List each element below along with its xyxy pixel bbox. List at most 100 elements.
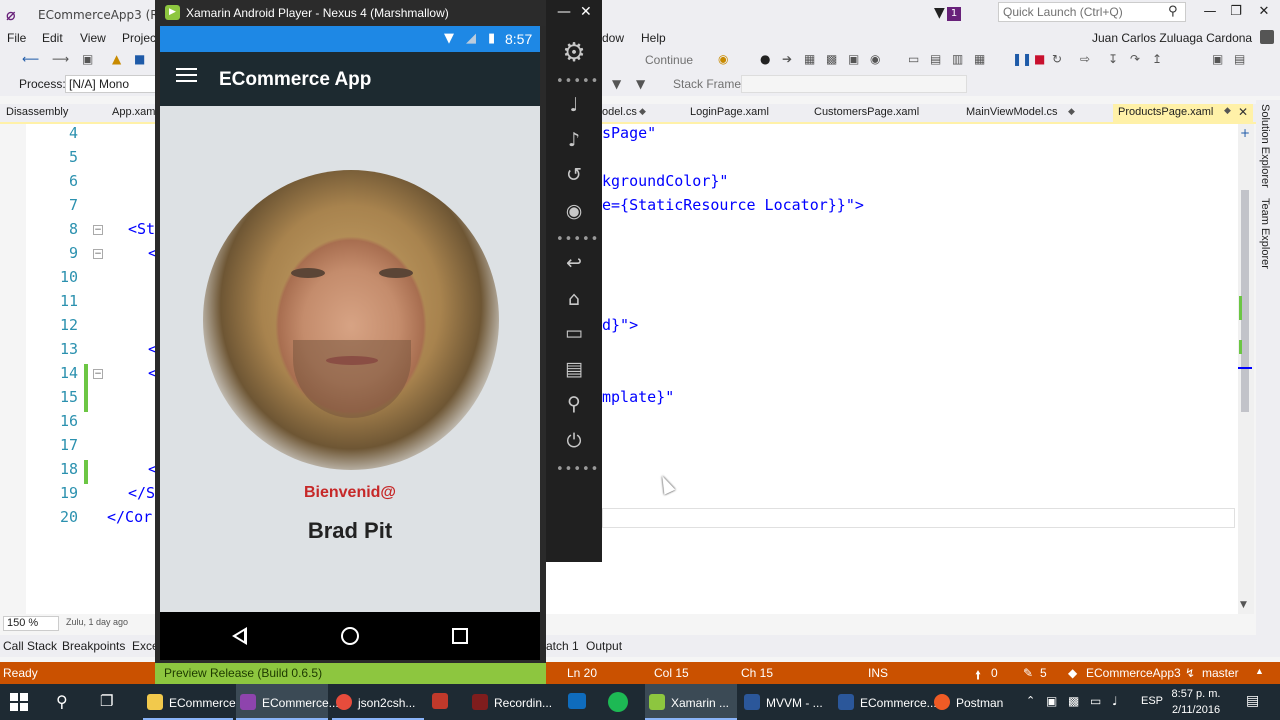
- windows-start-icon[interactable]: [10, 693, 28, 711]
- open-folder-icon[interactable]: ▲: [112, 52, 121, 66]
- outlook-icon[interactable]: [568, 693, 586, 709]
- menu-project[interactable]: Projec: [122, 31, 156, 45]
- taskbar-explorer[interactable]: ECommerce...: [143, 684, 246, 720]
- tray-chevron-icon[interactable]: ⌃: [1026, 694, 1035, 707]
- nav-recents-icon[interactable]: [452, 628, 468, 644]
- search-icon[interactable]: ⚲: [56, 692, 68, 711]
- task-view-icon[interactable]: ❐: [100, 692, 113, 710]
- tray-icon[interactable]: ▩: [1068, 694, 1079, 708]
- notification-badge[interactable]: 1: [947, 7, 961, 21]
- taskbar-word-ecommerce[interactable]: ECommerce...: [834, 684, 937, 720]
- tab-breakpoints[interactable]: Breakpoints: [62, 639, 125, 653]
- taskbar-clock[interactable]: 8:57 p. m. 2/11/2016: [1164, 686, 1228, 718]
- nav-home-icon[interactable]: [341, 627, 359, 645]
- copy-icon[interactable]: ▤: [1234, 52, 1245, 66]
- input-language[interactable]: ESP: [1141, 695, 1163, 707]
- hamburger-menu-icon[interactable]: [176, 68, 197, 88]
- breakpoint-icon[interactable]: ●: [760, 52, 770, 66]
- spotify-icon[interactable]: [608, 692, 628, 712]
- continue-button[interactable]: Continue: [645, 53, 693, 67]
- scrollbar-thumb[interactable]: [1241, 190, 1249, 412]
- forward-icon[interactable]: ⟶: [52, 52, 69, 66]
- team-explorer-tab[interactable]: Team Explorer: [1259, 198, 1271, 269]
- pin-icon[interactable]: ◆: [1068, 106, 1075, 117]
- maximize-button[interactable]: ❐: [1226, 4, 1246, 20]
- pin-icon[interactable]: ◆: [1224, 106, 1231, 116]
- volume-icon[interactable]: ♩: [1112, 694, 1118, 708]
- collapse-icon[interactable]: −: [93, 249, 103, 259]
- emulator-minimize-button[interactable]: —: [557, 4, 571, 20]
- stack-frame-dropdown[interactable]: [741, 75, 967, 93]
- filter-icon[interactable]: ▼: [612, 77, 621, 91]
- menu-view[interactable]: View: [80, 31, 106, 45]
- toggle-icon[interactable]: ▣: [1212, 52, 1223, 66]
- step-into-icon[interactable]: ↧: [1108, 52, 1118, 66]
- globe-icon[interactable]: ◉: [870, 52, 880, 66]
- menu-edit[interactable]: Edit: [42, 31, 63, 45]
- solution-explorer-tab[interactable]: Solution Explorer: [1259, 104, 1271, 188]
- minimize-button[interactable]: —: [1200, 4, 1220, 20]
- show-next-statement-icon[interactable]: ⇨: [1080, 52, 1090, 66]
- tab-disassembly[interactable]: Disassembly: [6, 106, 68, 118]
- zoom-dropdown[interactable]: 150 %: [3, 616, 59, 631]
- menu-file[interactable]: File: [7, 31, 26, 45]
- tray-icon[interactable]: ▣: [1046, 694, 1057, 708]
- tab-watch[interactable]: atch 1: [546, 639, 579, 653]
- emulator-close-button[interactable]: ✕: [580, 4, 592, 20]
- pin-icon[interactable]: ◆: [639, 106, 646, 117]
- tab-app-xaml[interactable]: App.xam: [112, 106, 155, 118]
- monitor-icon[interactable]: ▭: [908, 52, 919, 66]
- step-over-icon[interactable]: ↷: [1130, 52, 1140, 66]
- rotate-icon[interactable]: ↺: [559, 164, 589, 186]
- account-name[interactable]: Juan Carlos Zuluaga Cardona: [1092, 31, 1252, 45]
- tab-model-cs[interactable]: odel.cs: [602, 106, 637, 118]
- network-icon[interactable]: ▭: [1090, 694, 1101, 708]
- scroll-down-icon[interactable]: ▼: [1240, 600, 1247, 610]
- tab-login-page[interactable]: LoginPage.xaml: [690, 106, 769, 118]
- window-icon[interactable]: ▩: [826, 52, 837, 66]
- avatar[interactable]: [1260, 30, 1274, 44]
- close-tab-icon[interactable]: ✕: [1238, 105, 1248, 119]
- taskbar-xamarin[interactable]: Xamarin ...: [645, 684, 737, 720]
- taskbar-recording[interactable]: Recordin...: [468, 684, 560, 720]
- volume-down-icon[interactable]: ♪: [559, 129, 589, 151]
- notifications-icon[interactable]: ▤: [1246, 693, 1259, 709]
- close-button[interactable]: ✕: [1254, 4, 1274, 20]
- tab-customers-page[interactable]: CustomersPage.xaml: [814, 106, 919, 118]
- expand-icon[interactable]: +: [1240, 126, 1250, 140]
- device-icon[interactable]: ▣: [848, 52, 859, 66]
- stop-icon[interactable]: ■: [1034, 52, 1045, 66]
- tab-main-view-model[interactable]: MainViewModel.cs: [966, 106, 1058, 118]
- pending-changes-count[interactable]: 0: [991, 666, 998, 680]
- restart-icon[interactable]: ↻: [1052, 52, 1062, 66]
- quick-launch-input[interactable]: Quick Launch (Ctrl+Q): [998, 2, 1186, 22]
- menu-window[interactable]: dow: [602, 31, 624, 45]
- taskbar-visual-studio[interactable]: ECommerce...: [236, 684, 339, 720]
- taskbar-postman[interactable]: Postman: [930, 684, 1016, 720]
- new-item-icon[interactable]: ▣: [82, 52, 93, 66]
- taskbar-word-mvvm[interactable]: MVVM - ...: [740, 684, 832, 720]
- layout-icon[interactable]: ▤: [930, 52, 941, 66]
- notification-filter-icon[interactable]: ▼: [934, 5, 945, 21]
- settings-gear-icon[interactable]: ⚙: [559, 38, 589, 68]
- menu-help[interactable]: Help: [641, 31, 666, 45]
- changes-count[interactable]: 5: [1040, 666, 1047, 680]
- bookmark-icon[interactable]: ▦: [804, 52, 815, 66]
- app-icon[interactable]: [432, 693, 448, 709]
- grid-icon[interactable]: ▦: [974, 52, 985, 66]
- branch-name[interactable]: master: [1202, 666, 1239, 680]
- save-icon[interactable]: ■: [134, 52, 145, 66]
- search-icon[interactable]: ⚲: [559, 393, 589, 415]
- recent-apps-icon[interactable]: ▭: [559, 322, 589, 344]
- code-lens-indicator[interactable]: Zulu, 1 day ago: [66, 617, 128, 627]
- repository-name[interactable]: ECommerceApp3: [1086, 666, 1181, 680]
- collapse-icon[interactable]: −: [93, 369, 103, 379]
- back-arrow-icon[interactable]: ↩: [559, 252, 589, 274]
- pause-icon[interactable]: ❚❚: [1012, 52, 1032, 66]
- collapse-icon[interactable]: −: [93, 225, 103, 235]
- step-icon[interactable]: ➔: [782, 52, 792, 66]
- volume-up-icon[interactable]: ♩: [559, 94, 589, 116]
- process-dropdown[interactable]: [N/A] Mono: [65, 75, 157, 93]
- back-icon[interactable]: ⟵: [22, 52, 39, 66]
- home-icon[interactable]: ⌂: [559, 288, 589, 310]
